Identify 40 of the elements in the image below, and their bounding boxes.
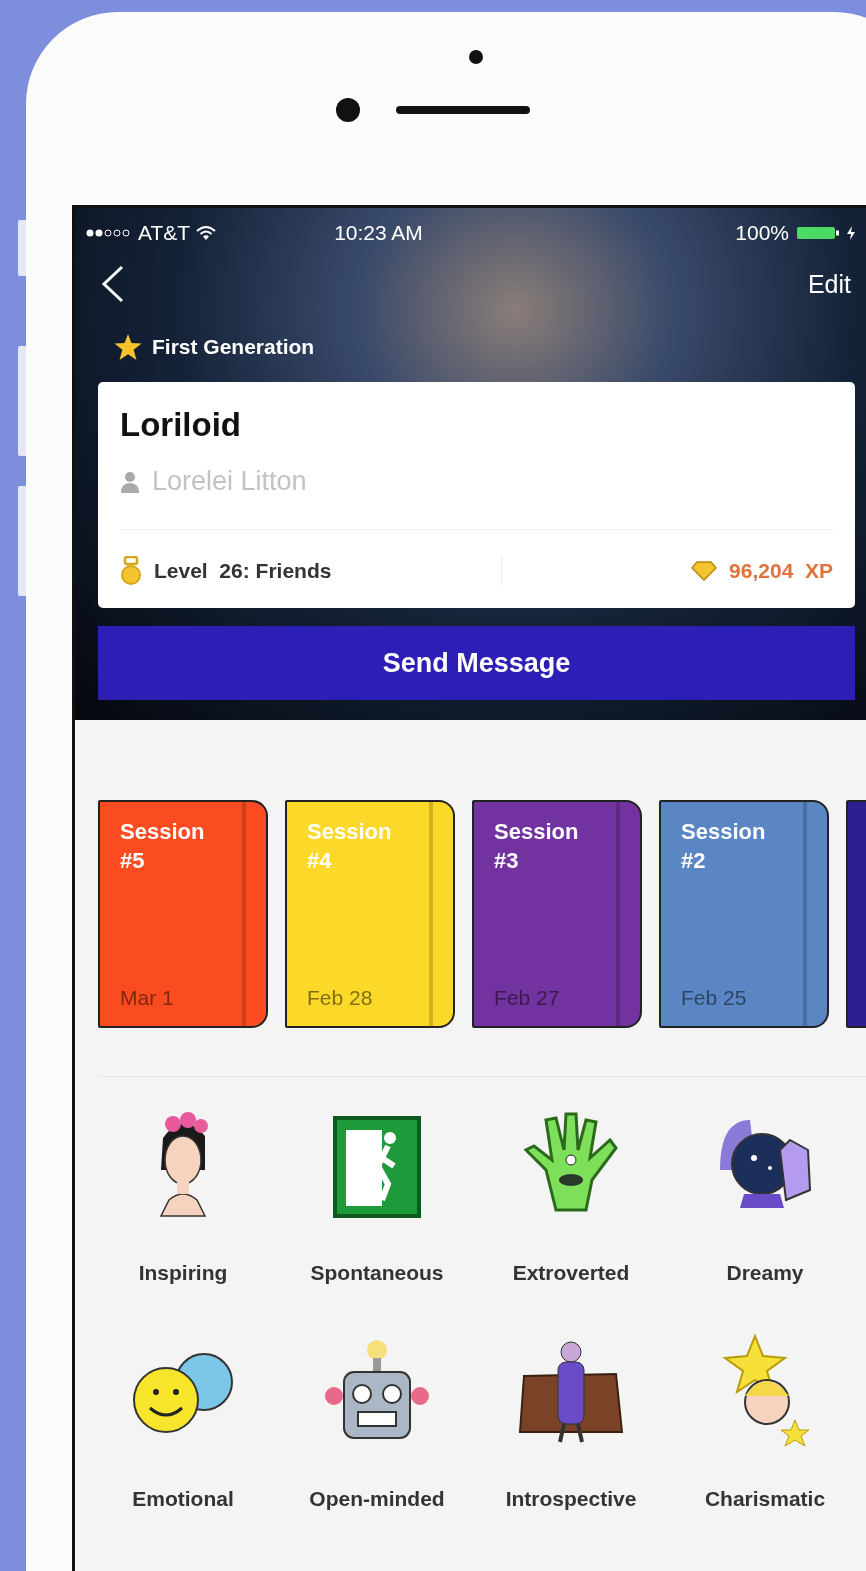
status-time: 10:23 AM [334, 221, 423, 245]
trait-label: Open-minded [309, 1487, 445, 1511]
trait-label: Introspective [505, 1487, 637, 1511]
charging-bolt-icon [847, 226, 855, 240]
phone-sensor [469, 50, 483, 64]
phone-camera [336, 98, 360, 122]
carrier-name: AT&T [138, 221, 191, 245]
medal-icon [120, 556, 142, 586]
trait-label: Charismatic [704, 1487, 826, 1511]
trait-label: Dreamy [726, 1261, 804, 1285]
session-date: Feb 28 [307, 986, 374, 1010]
xp-amount: 96,204 XP [729, 559, 833, 583]
real-name: Lorelei Litton [152, 466, 307, 497]
session-date: Mar 1 [120, 986, 175, 1010]
star-icon [114, 334, 142, 360]
send-message-button[interactable]: Send Message [98, 626, 855, 700]
session-title: Session #5 [120, 818, 206, 875]
session-notebook[interactable]: Session #3 Feb 27 [472, 800, 642, 1028]
session-title: Session #4 [307, 818, 393, 875]
back-button[interactable] [100, 264, 126, 304]
session-date: Feb 27 [494, 986, 561, 1010]
session-notebook[interactable]: Session #4 Feb 28 [285, 800, 455, 1028]
session-notebook[interactable]: Session #2 Feb 25 [659, 800, 829, 1028]
edit-button[interactable]: Edit [807, 269, 855, 299]
trait-label: Spontaneous [310, 1261, 444, 1285]
session-title: Session #2 [681, 818, 767, 875]
trait-label: Inspiring [138, 1261, 228, 1285]
battery-icon [797, 226, 841, 240]
session-date: Feb 25 [681, 986, 748, 1010]
battery-percent: 100% [735, 221, 789, 245]
wifi-icon [196, 225, 217, 241]
person-icon [120, 470, 140, 493]
trait-label: Emotional [132, 1487, 234, 1511]
level-label: Level 26: Friends [154, 559, 332, 583]
session-title: Session #3 [494, 818, 580, 875]
generation-label: First Generation [152, 335, 315, 359]
trait-label: Extroverted [512, 1261, 630, 1285]
gem-icon [691, 561, 718, 581]
profile-name: Loriloid [120, 406, 242, 444]
signal-icon [86, 228, 132, 238]
